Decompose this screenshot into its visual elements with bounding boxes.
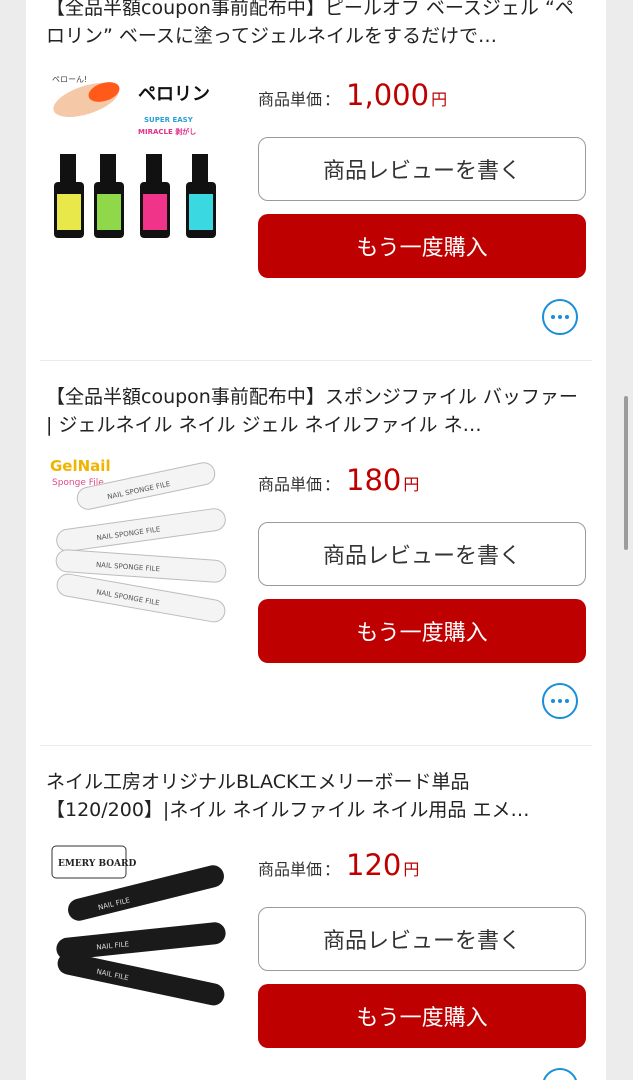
product-thumbnail[interactable]: EMERY BOARD NAIL FILE NAIL FILE NAIL FIL… [46,840,236,1030]
price-currency: 円 [403,475,420,494]
price-colon: ： [324,475,341,494]
write-review-button[interactable]: 商品レビューを書く [258,137,586,201]
price-currency: 円 [403,860,420,879]
product-thumbnail[interactable]: GelNail Sponge File NAIL SPONGE FILE NAI… [46,455,236,645]
unit-price-label: 商品単価 [258,860,323,879]
thumb-brand: EMERY BOARD [58,859,137,869]
unit-price: 商品単価： 120 円 [258,848,419,882]
buy-again-button[interactable]: もう一度購入 [258,214,586,278]
scrollbar[interactable] [624,396,628,550]
thumb-brand: GelNail [50,457,111,475]
price-colon: ： [324,90,341,109]
item-divider [40,745,592,746]
write-review-button[interactable]: 商品レビューを書く [258,522,586,586]
unit-price: 商品単価： 180 円 [258,463,419,497]
buy-again-button[interactable]: もう一度購入 [258,599,586,663]
more-options-icon[interactable] [542,299,578,335]
thumb-swoosh: ペローん! [52,75,87,84]
product-thumbnail[interactable]: ペローん! ペロリン SUPER EASY MIRACLE 剥がし [46,70,236,260]
price-value: 120 [346,848,402,882]
more-options-icon[interactable] [542,1068,578,1080]
item-title[interactable]: 【全品半額coupon事前配布中】ピールオフ ベースジェル “ペロリン” ベース… [46,0,586,50]
more-options-icon[interactable] [542,683,578,719]
purchase-history-panel: 【全品半額coupon事前配布中】ピールオフ ベースジェル “ペロリン” ベース… [26,0,606,1080]
write-review-button[interactable]: 商品レビューを書く [258,907,586,971]
unit-price: 商品単価： 1,000 円 [258,78,447,112]
thumb-tagline-2: MIRACLE 剥がし [138,127,196,136]
price-value: 1,000 [346,78,430,112]
price-colon: ： [324,860,341,879]
thumb-brand: ペロリン [138,84,210,105]
unit-price-label: 商品単価 [258,90,323,109]
item-title[interactable]: 【全品半額coupon事前配布中】スポンジファイル バッファー | ジェルネイル… [46,383,586,439]
item-divider [40,360,592,361]
thumb-tagline-1: SUPER EASY [144,116,194,124]
price-value: 180 [346,463,402,497]
unit-price-label: 商品単価 [258,475,323,494]
item-title[interactable]: ネイル工房オリジナルBLACKエメリーボード単品【120/200】|ネイル ネイ… [46,768,586,824]
buy-again-button[interactable]: もう一度購入 [258,984,586,1048]
price-currency: 円 [431,90,448,109]
